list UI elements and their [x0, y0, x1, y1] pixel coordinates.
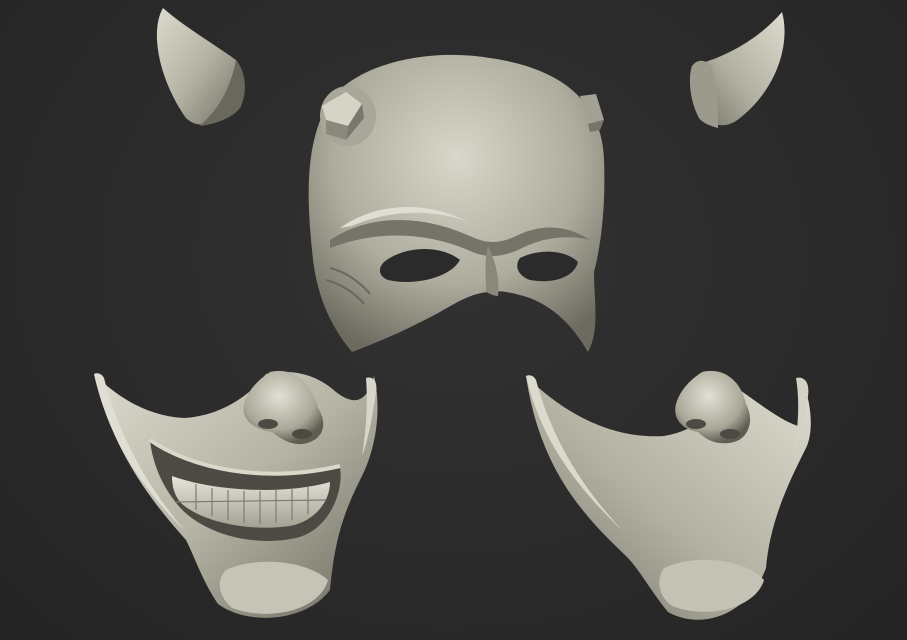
lower-face-closed-mask: [526, 370, 811, 620]
render-viewport: [0, 0, 907, 640]
left-horn: [156, 8, 245, 126]
upper-face-mask: [308, 54, 605, 352]
lower-face-grinning-mask: [94, 370, 378, 618]
right-horn: [690, 12, 785, 128]
sculpt-render: [94, 8, 811, 620]
left-peg: [320, 86, 376, 146]
